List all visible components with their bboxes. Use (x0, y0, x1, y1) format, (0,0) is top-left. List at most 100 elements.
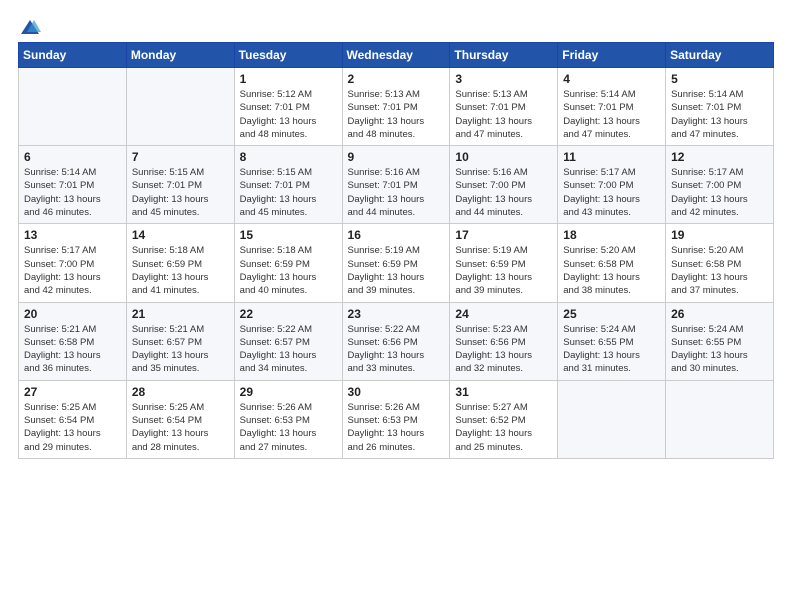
day-number: 25 (563, 307, 660, 321)
day-info: Sunrise: 5:13 AM Sunset: 7:01 PM Dayligh… (455, 88, 552, 141)
day-info: Sunrise: 5:26 AM Sunset: 6:53 PM Dayligh… (240, 401, 337, 454)
day-number: 13 (24, 228, 121, 242)
calendar-cell: 21 Sunrise: 5:21 AM Sunset: 6:57 PM Dayli… (126, 302, 234, 380)
day-number: 26 (671, 307, 768, 321)
calendar-cell: 14 Sunrise: 5:18 AM Sunset: 6:59 PM Dayli… (126, 224, 234, 302)
day-info: Sunrise: 5:19 AM Sunset: 6:59 PM Dayligh… (348, 244, 445, 297)
day-number: 3 (455, 72, 552, 86)
calendar-cell: 30 Sunrise: 5:26 AM Sunset: 6:53 PM Dayli… (342, 380, 450, 458)
calendar-cell: 8 Sunrise: 5:15 AM Sunset: 7:01 PM Daylig… (234, 146, 342, 224)
calendar-cell: 22 Sunrise: 5:22 AM Sunset: 6:57 PM Dayli… (234, 302, 342, 380)
day-info: Sunrise: 5:16 AM Sunset: 7:00 PM Dayligh… (455, 166, 552, 219)
day-number: 12 (671, 150, 768, 164)
day-number: 22 (240, 307, 337, 321)
day-number: 6 (24, 150, 121, 164)
day-number: 29 (240, 385, 337, 399)
day-info: Sunrise: 5:17 AM Sunset: 7:00 PM Dayligh… (671, 166, 768, 219)
day-number: 31 (455, 385, 552, 399)
day-number: 19 (671, 228, 768, 242)
day-number: 14 (132, 228, 229, 242)
logo (18, 18, 41, 32)
calendar-week-row: 1Sunrise: 5:12 AM Sunset: 7:01 PM Daylig… (19, 68, 774, 146)
day-number: 23 (348, 307, 445, 321)
day-info: Sunrise: 5:26 AM Sunset: 6:53 PM Dayligh… (348, 401, 445, 454)
day-info: Sunrise: 5:24 AM Sunset: 6:55 PM Dayligh… (671, 323, 768, 376)
day-info: Sunrise: 5:18 AM Sunset: 6:59 PM Dayligh… (132, 244, 229, 297)
day-number: 8 (240, 150, 337, 164)
day-number: 2 (348, 72, 445, 86)
day-info: Sunrise: 5:14 AM Sunset: 7:01 PM Dayligh… (671, 88, 768, 141)
day-info: Sunrise: 5:14 AM Sunset: 7:01 PM Dayligh… (24, 166, 121, 219)
day-info: Sunrise: 5:18 AM Sunset: 6:59 PM Dayligh… (240, 244, 337, 297)
calendar-cell: 7Sunrise: 5:15 AM Sunset: 7:01 PM Daylig… (126, 146, 234, 224)
day-info: Sunrise: 5:27 AM Sunset: 6:52 PM Dayligh… (455, 401, 552, 454)
day-number: 16 (348, 228, 445, 242)
weekday-header: Sunday (19, 43, 127, 68)
day-info: Sunrise: 5:22 AM Sunset: 6:57 PM Dayligh… (240, 323, 337, 376)
weekday-header: Friday (558, 43, 666, 68)
calendar-cell (558, 380, 666, 458)
calendar-cell: 29 Sunrise: 5:26 AM Sunset: 6:53 PM Dayli… (234, 380, 342, 458)
calendar-cell: 24 Sunrise: 5:23 AM Sunset: 6:56 PM Dayli… (450, 302, 558, 380)
calendar-week-row: 13 Sunrise: 5:17 AM Sunset: 7:00 PM Dayli… (19, 224, 774, 302)
calendar-week-row: 20Sunrise: 5:21 AM Sunset: 6:58 PM Dayli… (19, 302, 774, 380)
day-number: 15 (240, 228, 337, 242)
calendar-header-row: SundayMondayTuesdayWednesdayThursdayFrid… (19, 43, 774, 68)
day-number: 20 (24, 307, 121, 321)
day-info: Sunrise: 5:14 AM Sunset: 7:01 PM Dayligh… (563, 88, 660, 141)
day-number: 18 (563, 228, 660, 242)
day-info: Sunrise: 5:15 AM Sunset: 7:01 PM Dayligh… (132, 166, 229, 219)
calendar-cell: 17 Sunrise: 5:19 AM Sunset: 6:59 PM Dayli… (450, 224, 558, 302)
day-number: 28 (132, 385, 229, 399)
calendar-cell: 4Sunrise: 5:14 AM Sunset: 7:01 PM Daylig… (558, 68, 666, 146)
day-info: Sunrise: 5:20 AM Sunset: 6:58 PM Dayligh… (671, 244, 768, 297)
calendar-cell: 15 Sunrise: 5:18 AM Sunset: 6:59 PM Dayli… (234, 224, 342, 302)
weekday-header: Monday (126, 43, 234, 68)
day-number: 9 (348, 150, 445, 164)
day-info: Sunrise: 5:20 AM Sunset: 6:58 PM Dayligh… (563, 244, 660, 297)
day-info: Sunrise: 5:24 AM Sunset: 6:55 PM Dayligh… (563, 323, 660, 376)
calendar-cell: 19 Sunrise: 5:20 AM Sunset: 6:58 PM Dayli… (666, 224, 774, 302)
day-info: Sunrise: 5:15 AM Sunset: 7:01 PM Dayligh… (240, 166, 337, 219)
calendar-cell: 26 Sunrise: 5:24 AM Sunset: 6:55 PM Dayli… (666, 302, 774, 380)
day-number: 21 (132, 307, 229, 321)
weekday-header: Wednesday (342, 43, 450, 68)
day-number: 17 (455, 228, 552, 242)
day-info: Sunrise: 5:17 AM Sunset: 7:00 PM Dayligh… (563, 166, 660, 219)
calendar-cell: 10 Sunrise: 5:16 AM Sunset: 7:00 PM Dayli… (450, 146, 558, 224)
calendar-cell: 1Sunrise: 5:12 AM Sunset: 7:01 PM Daylig… (234, 68, 342, 146)
calendar-cell: 20Sunrise: 5:21 AM Sunset: 6:58 PM Dayli… (19, 302, 127, 380)
day-info: Sunrise: 5:23 AM Sunset: 6:56 PM Dayligh… (455, 323, 552, 376)
day-number: 11 (563, 150, 660, 164)
calendar-cell: 18 Sunrise: 5:20 AM Sunset: 6:58 PM Dayli… (558, 224, 666, 302)
calendar-cell (666, 380, 774, 458)
calendar-week-row: 6 Sunrise: 5:14 AM Sunset: 7:01 PM Daylig… (19, 146, 774, 224)
calendar-cell: 27Sunrise: 5:25 AM Sunset: 6:54 PM Dayli… (19, 380, 127, 458)
day-info: Sunrise: 5:19 AM Sunset: 6:59 PM Dayligh… (455, 244, 552, 297)
day-number: 24 (455, 307, 552, 321)
page: SundayMondayTuesdayWednesdayThursdayFrid… (0, 0, 792, 612)
calendar-cell (126, 68, 234, 146)
day-info: Sunrise: 5:17 AM Sunset: 7:00 PM Dayligh… (24, 244, 121, 297)
calendar-cell: 5Sunrise: 5:14 AM Sunset: 7:01 PM Daylig… (666, 68, 774, 146)
day-info: Sunrise: 5:21 AM Sunset: 6:57 PM Dayligh… (132, 323, 229, 376)
calendar-table: SundayMondayTuesdayWednesdayThursdayFrid… (18, 42, 774, 459)
day-number: 1 (240, 72, 337, 86)
weekday-header: Thursday (450, 43, 558, 68)
calendar-cell: 16 Sunrise: 5:19 AM Sunset: 6:59 PM Dayli… (342, 224, 450, 302)
calendar-cell: 31 Sunrise: 5:27 AM Sunset: 6:52 PM Dayli… (450, 380, 558, 458)
calendar-cell: 6 Sunrise: 5:14 AM Sunset: 7:01 PM Daylig… (19, 146, 127, 224)
weekday-header: Tuesday (234, 43, 342, 68)
day-info: Sunrise: 5:25 AM Sunset: 6:54 PM Dayligh… (132, 401, 229, 454)
day-info: Sunrise: 5:22 AM Sunset: 6:56 PM Dayligh… (348, 323, 445, 376)
calendar-cell: 12 Sunrise: 5:17 AM Sunset: 7:00 PM Dayli… (666, 146, 774, 224)
calendar-cell: 28 Sunrise: 5:25 AM Sunset: 6:54 PM Dayli… (126, 380, 234, 458)
day-number: 30 (348, 385, 445, 399)
calendar-cell: 25 Sunrise: 5:24 AM Sunset: 6:55 PM Dayli… (558, 302, 666, 380)
day-number: 27 (24, 385, 121, 399)
calendar-cell: 13 Sunrise: 5:17 AM Sunset: 7:00 PM Dayli… (19, 224, 127, 302)
header (18, 18, 774, 32)
day-number: 10 (455, 150, 552, 164)
calendar-cell (19, 68, 127, 146)
calendar-cell: 23 Sunrise: 5:22 AM Sunset: 6:56 PM Dayli… (342, 302, 450, 380)
